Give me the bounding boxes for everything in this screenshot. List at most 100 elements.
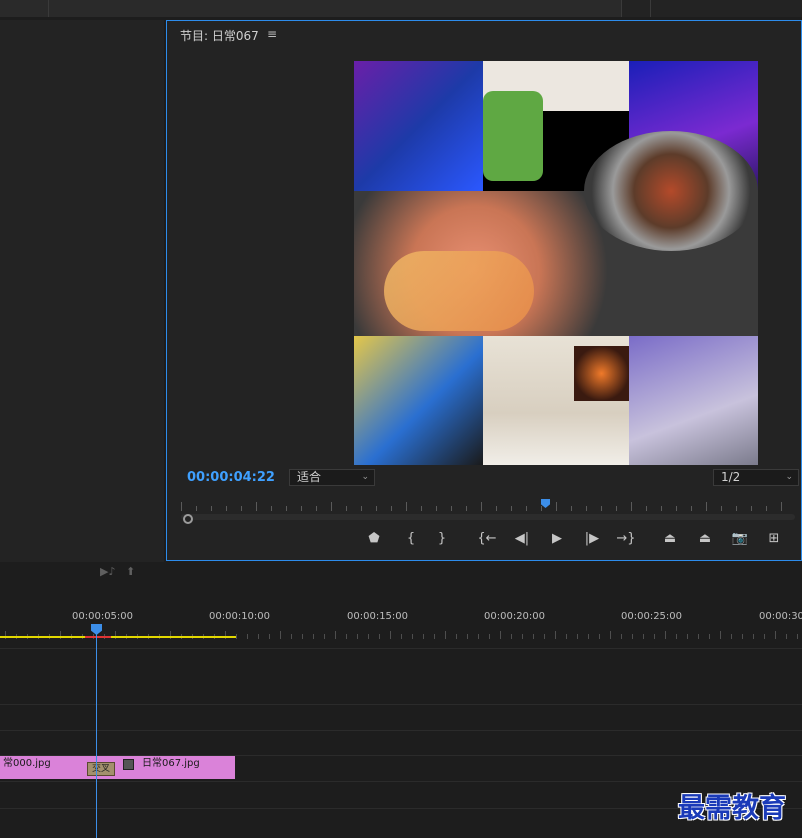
clip-067[interactable]: 日常067.jpg	[96, 756, 235, 779]
ruler-tick	[586, 506, 587, 511]
ruler-tick	[331, 502, 332, 511]
ruler-tick	[797, 634, 798, 639]
ruler-tick	[588, 634, 589, 639]
play-button[interactable]: ▶	[546, 531, 568, 546]
ruler-tick	[631, 502, 632, 511]
watermark: 最需教育	[678, 793, 786, 824]
zoom-scrollbar-handle[interactable]	[183, 514, 193, 524]
ruler-tick	[247, 634, 248, 639]
work-area-bar[interactable]	[0, 636, 236, 638]
ruler-tick	[423, 634, 424, 639]
insert-icon[interactable]: ▶♪	[100, 565, 115, 578]
ruler-tick	[258, 634, 259, 639]
ruler-tick	[271, 506, 272, 511]
zoom-fit-value: 适合	[297, 470, 322, 484]
top-bar-segment	[0, 0, 48, 17]
ruler-tick	[676, 634, 677, 639]
chevron-down-icon: ⌄	[785, 472, 793, 482]
ruler-tick	[361, 506, 362, 511]
lift-button[interactable]: ⏏	[659, 531, 681, 546]
ruler-tick	[766, 506, 767, 511]
collage-tile	[354, 61, 483, 191]
ruler-tick	[496, 506, 497, 511]
panel-menu-icon[interactable]: ≡	[267, 27, 277, 41]
ruler-label: 00:00:20:00	[484, 611, 546, 622]
ruler-tick	[445, 631, 446, 639]
ruler-tick	[511, 634, 512, 639]
ruler-tick	[280, 631, 281, 639]
ruler-tick	[676, 506, 677, 511]
fx-icon	[123, 759, 134, 770]
ruler-tick	[616, 506, 617, 511]
button-editor-button[interactable]: ⊞	[763, 531, 785, 546]
divider	[650, 0, 651, 17]
go-to-out-button[interactable]: →}	[615, 531, 637, 546]
ruler-tick	[241, 506, 242, 511]
timeline-ruler[interactable]: 00:00:05:00 00:00:10:00 00:00:15:00 00:0…	[0, 606, 802, 640]
ruler-tick	[632, 634, 633, 639]
cross-dissolve-transition[interactable]: 交叉	[87, 762, 115, 776]
ruler-tick	[481, 502, 482, 511]
collage-tile	[629, 336, 758, 465]
ruler-label: 00:00:10:00	[209, 611, 271, 622]
ruler-tick	[621, 634, 622, 639]
ruler-tick	[467, 634, 468, 639]
ruler-tick	[544, 634, 545, 639]
export-icon[interactable]: ⬆	[126, 565, 135, 578]
add-marker-button[interactable]: ⬟	[363, 531, 385, 546]
program-monitor: 节目: 日常067 ≡ 00:00:04:22 适合 ⌄ 1/2 ⌄ ⬟ {} {←…	[166, 20, 802, 561]
ruler-tick	[556, 502, 557, 511]
ruler-tick	[781, 502, 782, 511]
zoom-scrollbar[interactable]	[181, 514, 795, 520]
clip-000[interactable]: 常000.jpg	[0, 756, 96, 779]
ruler-tick	[500, 631, 501, 639]
step-forward-button[interactable]: |▶	[581, 531, 603, 546]
ruler-tick	[236, 634, 237, 639]
ruler-tick	[302, 634, 303, 639]
export-frame-button[interactable]: 📷	[729, 531, 751, 546]
ruler-tick	[610, 631, 611, 639]
monitor-time-ruler[interactable]	[181, 499, 795, 511]
playback-resolution-select[interactable]: 1/2 ⌄	[713, 469, 799, 486]
ruler-tick	[451, 506, 452, 511]
ruler-tick	[434, 634, 435, 639]
ruler-tick	[357, 634, 358, 639]
ruler-tick	[775, 631, 776, 639]
extract-button[interactable]: ⏏	[694, 531, 716, 546]
ruler-tick	[211, 506, 212, 511]
ruler-tick	[346, 634, 347, 639]
step-back-button[interactable]: ◀|	[511, 531, 533, 546]
ruler-tick	[720, 631, 721, 639]
ruler-tick	[786, 634, 787, 639]
ruler-tick	[753, 634, 754, 639]
monitor-title[interactable]: 节目: 日常067	[180, 27, 259, 44]
ruler-tick	[436, 506, 437, 511]
ruler-tick	[706, 502, 707, 511]
ruler-tick	[698, 634, 699, 639]
collage-tile	[584, 131, 758, 251]
playhead-timecode[interactable]: 00:00:04:22	[187, 470, 275, 485]
ruler-tick	[566, 634, 567, 639]
ruler-tick	[687, 634, 688, 639]
ruler-tick	[324, 634, 325, 639]
zoom-fit-select[interactable]: 适合 ⌄	[289, 469, 375, 486]
ruler-tick	[301, 506, 302, 511]
ruler-tick	[313, 634, 314, 639]
mark-out-button[interactable]: }	[431, 531, 453, 546]
playhead-line	[96, 634, 97, 838]
track-divider	[0, 704, 802, 705]
resolution-value: 1/2	[721, 470, 741, 484]
chevron-down-icon: ⌄	[361, 472, 369, 482]
ruler-tick	[196, 506, 197, 511]
collage-tile	[384, 251, 534, 331]
mark-in-button[interactable]: {	[400, 531, 422, 546]
ruler-tick	[391, 506, 392, 511]
clip-label: 常000.jpg	[3, 758, 51, 769]
ruler-tick	[571, 506, 572, 511]
go-to-in-button[interactable]: {←	[476, 531, 498, 546]
track-divider	[0, 648, 802, 649]
ruler-tick	[256, 502, 257, 511]
ruler-tick	[661, 506, 662, 511]
ruler-tick	[526, 506, 527, 511]
ruler-tick	[316, 506, 317, 511]
